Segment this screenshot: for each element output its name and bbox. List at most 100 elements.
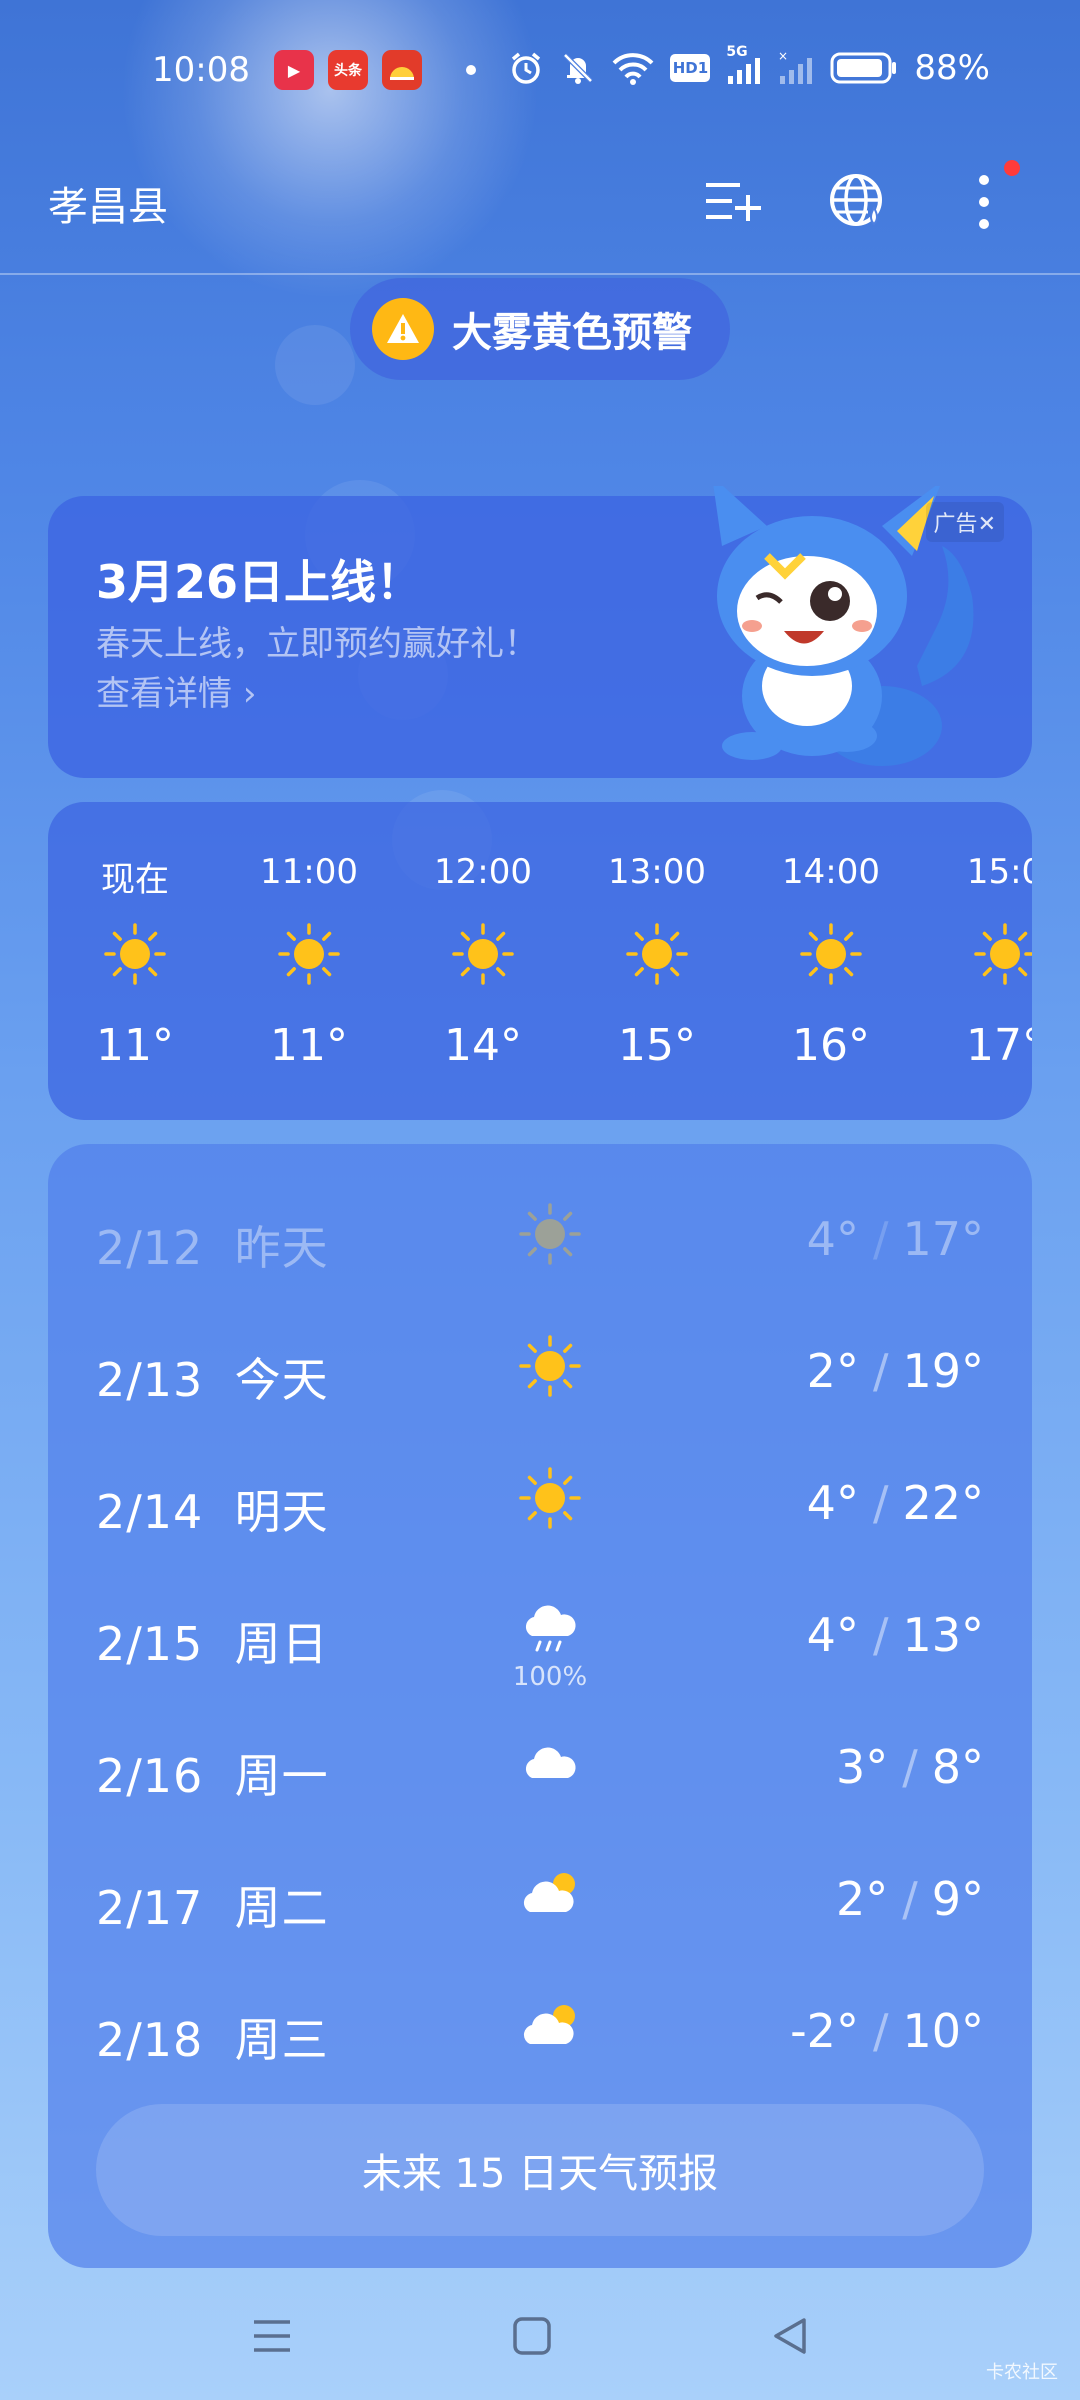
city-name[interactable]: 孝昌县: [48, 174, 168, 232]
fog-warning-badge[interactable]: 大雾黄色预警: [350, 278, 730, 380]
day-temp-range: 2°/19°: [807, 1344, 984, 1398]
partly-cloudy-icon: [518, 1862, 582, 1926]
hour-temp: 14°: [444, 1020, 522, 1071]
day-temp-range: 4°/13°: [807, 1608, 984, 1662]
sunny-icon: [625, 922, 689, 986]
temp-low: 4°: [806, 1608, 859, 1662]
hour-temp: 11°: [270, 1020, 348, 1071]
date-text: 2/13: [96, 1353, 204, 1407]
sunny-icon: [799, 922, 863, 986]
hour-label: 13:00: [608, 852, 706, 892]
hour-label: 14:00: [782, 852, 880, 892]
more-menu-button[interactable]: [952, 160, 1020, 234]
temp-high: 13°: [902, 1608, 984, 1662]
news-app-icon: [382, 50, 422, 90]
day-name: 明天: [234, 1485, 329, 1539]
precip-chance: 100%: [512, 1662, 588, 1692]
partly-cloudy-icon: [518, 1994, 582, 2058]
mute-bell-icon: [563, 53, 594, 84]
hour-temp: 15°: [618, 1020, 696, 1071]
day-name: 今天: [234, 1353, 329, 1407]
daily-row[interactable]: 2/15 周日 100% 4°/13°: [48, 1578, 1032, 1692]
header-divider: [0, 273, 1080, 275]
hd-icon: HD1: [670, 54, 711, 82]
sunny-icon: [451, 922, 515, 986]
temp-separator: /: [902, 1872, 918, 1926]
day-temp-range: 3°/8°: [836, 1740, 984, 1794]
day-name: 周二: [234, 1881, 329, 1935]
battery-icon: [830, 52, 897, 84]
daily-row[interactable]: 2/12 昨天 4°/17°: [48, 1182, 1032, 1292]
nav-home-button[interactable]: [502, 2306, 562, 2366]
ad-title: 3月26日上线！: [96, 555, 423, 609]
hour-label: 11:00: [260, 852, 358, 892]
globe-icon: [830, 174, 882, 226]
temp-separator: /: [872, 1476, 889, 1530]
hourly-item: 12:00 14°: [396, 802, 570, 1120]
hour-label: 15:0: [966, 852, 1032, 892]
globe-button[interactable]: [826, 170, 890, 234]
hour-label: 现在: [101, 860, 169, 900]
wifi-icon: [613, 53, 654, 85]
hourly-item: 14:00 16°: [744, 802, 918, 1120]
nav-back-button[interactable]: [760, 2306, 820, 2366]
day-date: 2/17 周二: [96, 1872, 329, 1938]
back-triangle-icon: [774, 2318, 806, 2354]
add-city-button[interactable]: [700, 170, 764, 234]
temp-separator: /: [872, 1344, 889, 1398]
ad-tag-label: 广告: [933, 512, 978, 537]
video-app-icon: ▶: [274, 50, 314, 90]
svg-text:×: ×: [778, 50, 788, 63]
ad-banner[interactable]: 3月26日上线！ 春天上线，立即预约赢好礼！ 查看详情 › 广告✕: [48, 486, 1032, 778]
day-date: 2/14 明天: [96, 1476, 329, 1542]
temp-low: -2°: [790, 2004, 859, 2058]
day-temp-range: 2°/9°: [836, 1872, 984, 1926]
temp-separator: /: [872, 2004, 889, 2058]
system-nav-bar: 卡农社区: [0, 2270, 1080, 2400]
day-name: 昨天: [234, 1221, 329, 1275]
day-date: 2/18 周三: [96, 2004, 329, 2070]
sunny-icon: [518, 1202, 582, 1266]
day-date: 2/13 今天: [96, 1344, 329, 1410]
day-temp-range: -2°/10°: [790, 2004, 984, 2058]
status-time: 10:08: [152, 50, 250, 90]
ad-link-text: 查看详情: [96, 674, 232, 714]
day-name: 周一: [234, 1749, 329, 1803]
day-date: 2/15 周日: [96, 1608, 329, 1674]
temp-low: 3°: [835, 1740, 889, 1794]
hourly-forecast[interactable]: 现在 11° 11:00 11° 12:00 14° 13:00 15° 14:00 16° 15:…: [48, 802, 1032, 1120]
ad-details-link[interactable]: 查看详情 ›: [96, 666, 256, 715]
more-vertical-icon: [979, 175, 989, 229]
nav-menu-button[interactable]: [242, 2306, 302, 2366]
daily-row[interactable]: 2/18 周三 -2°/10°: [48, 1974, 1032, 2084]
temp-high: 19°: [902, 1344, 984, 1398]
temp-high: 10°: [902, 2004, 984, 2058]
ad-close-tag[interactable]: 广告✕: [925, 502, 1004, 542]
ad-subtitle: 春天上线，立即预约赢好礼！: [96, 624, 538, 664]
daily-row[interactable]: 2/17 周二 2°/9°: [48, 1842, 1032, 1952]
chevron-right-icon: ›: [242, 674, 257, 714]
daily-row[interactable]: 2/13 今天 2°/19°: [48, 1314, 1032, 1424]
sunny-icon: [973, 922, 1032, 986]
sunny-icon: [103, 922, 167, 986]
daily-forecast: 2/12 昨天 4°/17° 2/13 今天 2°/19° 2/14 明天 4°/22° 2…: [48, 1144, 1032, 2268]
daily-row[interactable]: 2/14 明天 4°/22°: [48, 1446, 1032, 1556]
temp-high: 9°: [931, 1872, 984, 1926]
temp-separator: /: [902, 1740, 918, 1794]
hourly-item: 13:00 15°: [570, 802, 744, 1120]
temp-low: 2°: [835, 1872, 889, 1926]
15-day-forecast-button[interactable]: 未来 15 日天气预报: [96, 2104, 984, 2236]
hour-temp: 16°: [792, 1020, 870, 1071]
temp-separator: /: [872, 1608, 889, 1662]
signal-empty-icon: ×: [778, 50, 813, 84]
signal-5g-icon: 5G: [726, 44, 762, 86]
menu-badge-dot: [1004, 160, 1020, 176]
status-app-icons: ▶ 头条: [274, 50, 476, 90]
daily-row[interactable]: 2/16 周一 3°/8°: [48, 1710, 1032, 1820]
temp-high: 8°: [931, 1740, 984, 1794]
decor-bubble: [275, 325, 355, 405]
date-text: 2/15: [96, 1617, 204, 1671]
watermark: 卡农社区: [986, 2362, 1058, 2383]
hourly-item: 11:00 11°: [222, 802, 396, 1120]
date-text: 2/12: [96, 1221, 204, 1275]
